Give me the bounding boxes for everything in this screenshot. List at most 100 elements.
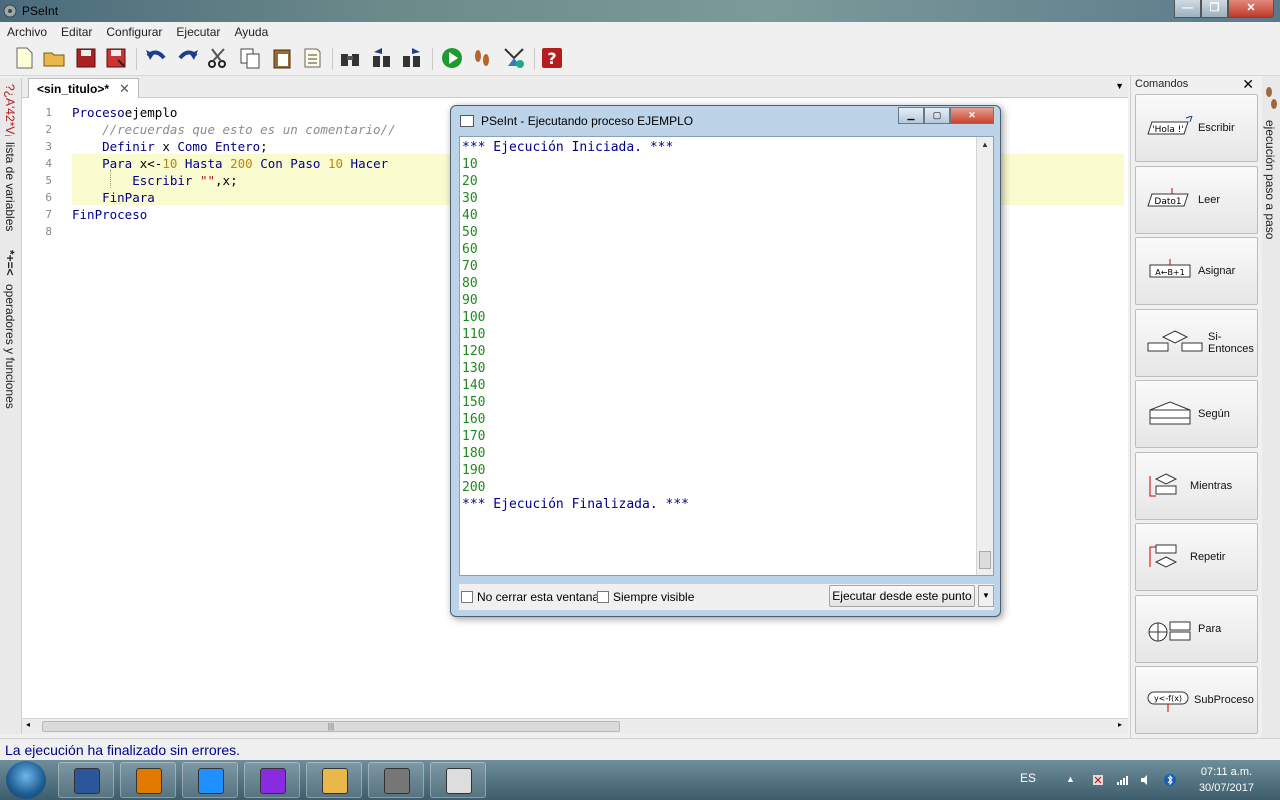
tray-expand-icon[interactable]: ▲ (1066, 774, 1078, 786)
console-output-line: 30 (462, 191, 478, 206)
menu-ayuda[interactable]: Ayuda (227, 22, 275, 42)
console-end-message: *** Ejecución Finalizada. *** (462, 497, 689, 512)
code-token: 10 (327, 156, 344, 171)
media-player-icon (136, 768, 162, 794)
line-number: 8 (45, 225, 52, 238)
minimize-button[interactable]: — (1174, 0, 1201, 18)
command-mientras-button[interactable]: Mientras (1135, 451, 1258, 520)
console-output-line: 120 (462, 344, 486, 359)
save-icon[interactable] (74, 46, 98, 70)
dialog-maximize-button[interactable]: ▢ (924, 107, 950, 124)
code-token: 10 (162, 156, 178, 171)
network-icon[interactable] (1116, 774, 1128, 786)
run-from-here-button[interactable]: Ejecutar desde este punto (829, 585, 975, 607)
help-icon[interactable]: ? (540, 46, 564, 70)
operators-glyphs[interactable]: *+=< (3, 250, 17, 276)
always-visible-checkbox-box[interactable] (597, 591, 609, 603)
debug-icon[interactable] (502, 46, 526, 70)
paste-icon[interactable] (270, 46, 294, 70)
scrollbar-thumb[interactable]: ||| (42, 721, 620, 732)
copy-icon[interactable] (238, 46, 262, 70)
find-icon[interactable] (338, 46, 362, 70)
taskbar-app[interactable] (244, 762, 300, 798)
menu-archivo[interactable]: Archivo (0, 22, 54, 42)
taskbar-app[interactable] (120, 762, 176, 798)
code-token: x<- (132, 156, 163, 171)
system-clock[interactable]: 07:11 a.m. 30/07/2017 (1199, 764, 1254, 796)
menu-ejecutar[interactable]: Ejecutar (169, 22, 227, 42)
action-center-icon[interactable] (1092, 774, 1104, 786)
undo-icon[interactable] (144, 46, 168, 70)
command-label: Para (1198, 622, 1222, 635)
console-output-line: 160 (462, 412, 486, 427)
taskbar-app[interactable] (430, 762, 486, 798)
variables-list-tab[interactable]: lista de variables (3, 142, 17, 231)
taskbar-app[interactable] (306, 762, 362, 798)
indent-icon[interactable] (300, 46, 324, 70)
dialog-close-button[interactable]: ✕ (950, 107, 994, 124)
line-number: 4 (45, 157, 52, 170)
while-icon (1140, 472, 1186, 500)
editor-horizontal-scrollbar[interactable]: ◂ ||| ▸ (22, 718, 1128, 734)
console-output-line: 140 (462, 378, 486, 393)
always-visible-checkbox[interactable]: Siempre visible (597, 590, 694, 604)
find-prev-icon[interactable] (370, 46, 394, 70)
keep-open-checkbox-box[interactable] (461, 591, 473, 603)
tab-list-dropdown-icon[interactable]: ▼ (1115, 81, 1124, 91)
menu-editar[interactable]: Editar (54, 22, 99, 42)
new-file-icon[interactable] (12, 46, 36, 70)
step-run-icon[interactable] (470, 46, 494, 70)
console-vertical-scrollbar[interactable]: ▲ (976, 137, 993, 575)
code-token: x (154, 139, 178, 154)
command-seg-n-button[interactable]: Según (1135, 380, 1258, 448)
command-si-entonces-button[interactable]: Si-Entonces (1135, 308, 1258, 377)
volume-icon[interactable] (1140, 774, 1152, 786)
code-text: Para x<-10 Hasta 200 Con Paso 10 Hacer (72, 155, 388, 172)
console-output-line: 170 (462, 429, 486, 444)
bluetooth-icon[interactable] (1164, 774, 1176, 786)
console-output[interactable]: *** Ejecución Iniciada. *** 10 20 30 40 50 60 7… (459, 136, 994, 576)
scroll-up-icon[interactable]: ▲ (979, 139, 991, 151)
commands-panel-title: Comandos (1135, 78, 1189, 90)
command-asignar-button[interactable]: A←B+1 Asignar (1135, 237, 1258, 305)
run-options-dropdown-icon[interactable]: ▼ (978, 585, 994, 607)
pseint-app-icon (3, 4, 17, 18)
taskbar-app[interactable] (368, 762, 424, 798)
paint-icon (260, 768, 286, 794)
variables-glyphs[interactable]: ?¿A'42*Vᵢ (3, 84, 17, 136)
command-para-button[interactable]: Para (1135, 594, 1258, 663)
start-button[interactable] (6, 761, 46, 799)
close-button[interactable]: ✕ (1228, 0, 1274, 18)
maximize-button[interactable]: ❐ (1201, 0, 1228, 18)
console-scroll-thumb[interactable] (979, 551, 991, 569)
code-token: Proceso (72, 105, 125, 120)
command-subproceso-button[interactable]: y<-f(x) SubProceso (1135, 666, 1258, 734)
console-output-line: 150 (462, 395, 486, 410)
save-as-icon[interactable] (104, 46, 128, 70)
operators-functions-tab[interactable]: operadores y funciones (3, 284, 17, 409)
step-by-step-tab[interactable]: ejecución paso a paso (1263, 120, 1277, 239)
command-leer-button[interactable]: Dato1 Leer (1135, 165, 1258, 234)
dialog-minimize-button[interactable]: ▁ (898, 107, 924, 124)
command-repetir-button[interactable]: Repetir (1135, 523, 1258, 591)
tab-close-icon[interactable]: ✕ (119, 81, 130, 97)
svg-text:'Hola !': 'Hola !' (1152, 125, 1184, 135)
code-token: 200 (230, 156, 253, 171)
tab-sin-titulo[interactable]: <sin_titulo>* ✕ (28, 78, 139, 99)
open-file-icon[interactable] (42, 46, 66, 70)
redo-icon[interactable] (176, 46, 200, 70)
find-next-icon[interactable] (400, 46, 424, 70)
taskbar-app[interactable] (182, 762, 238, 798)
keep-open-checkbox[interactable]: No cerrar esta ventana (461, 590, 599, 604)
menu-configurar[interactable]: Configurar (99, 22, 169, 42)
commands-close-icon[interactable]: ✕ (1242, 76, 1254, 93)
for-icon (1140, 614, 1194, 644)
code-token: //recuerdas que esto es un comentario// (72, 122, 396, 137)
language-indicator[interactable]: ES (1020, 771, 1036, 785)
run-icon[interactable] (440, 46, 464, 70)
cut-icon[interactable] (206, 46, 230, 70)
command-escribir-button[interactable]: 'Hola !' Escribir (1135, 94, 1258, 162)
taskbar-app[interactable] (58, 762, 114, 798)
code-token: Para (72, 156, 133, 171)
